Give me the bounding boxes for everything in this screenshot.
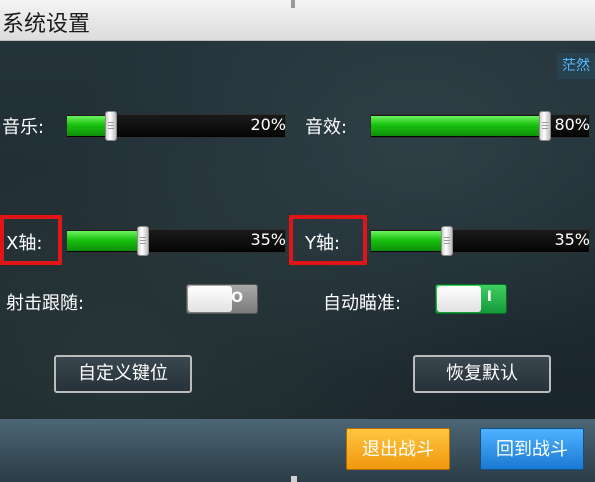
x-axis-slider-fill bbox=[67, 231, 143, 251]
restore-default-button[interactable]: 恢复默认 bbox=[413, 355, 551, 393]
music-slider-handle[interactable] bbox=[105, 111, 117, 141]
bottom-marker bbox=[291, 476, 297, 482]
sfx-slider-fill bbox=[371, 116, 545, 136]
music-percent: 20% bbox=[250, 115, 286, 134]
title-bar: 系统设置 bbox=[0, 0, 595, 41]
auto-aim-toggle[interactable]: I bbox=[435, 284, 507, 314]
sfx-slider[interactable]: 80% bbox=[370, 111, 590, 141]
y-axis-label: Y轴: bbox=[305, 233, 341, 254]
auto-aim-label: 自动瞄准: bbox=[323, 293, 402, 314]
x-axis-slider-handle[interactable] bbox=[137, 226, 149, 256]
sfx-percent: 80% bbox=[554, 115, 590, 134]
sfx-slider-handle[interactable] bbox=[539, 111, 551, 141]
return-battle-button[interactable]: 回到战斗 bbox=[480, 428, 584, 470]
toggle-on-icon: I bbox=[486, 289, 492, 305]
follow-shoot-label: 射击跟随: bbox=[6, 293, 85, 314]
x-axis-percent: 35% bbox=[250, 230, 286, 249]
x-axis-slider[interactable]: 35% bbox=[66, 226, 286, 256]
follow-shoot-toggle-knob bbox=[188, 286, 232, 312]
y-axis-slider[interactable]: 35% bbox=[370, 226, 590, 256]
follow-shoot-toggle[interactable]: O bbox=[186, 284, 258, 314]
music-label: 音乐: bbox=[2, 117, 45, 138]
sfx-label: 音效: bbox=[305, 117, 348, 138]
y-axis-slider-handle[interactable] bbox=[441, 226, 453, 256]
settings-window: 系统设置 茫然 音乐: 20% 音效: 80% X轴: 35% Y轴: 35% … bbox=[0, 0, 595, 482]
auto-aim-toggle-knob bbox=[437, 286, 481, 312]
top-marker bbox=[291, 0, 295, 8]
user-badge: 茫然 bbox=[557, 53, 595, 79]
x-axis-label: X轴: bbox=[6, 233, 43, 254]
toggle-off-icon: O bbox=[231, 290, 243, 306]
custom-keys-button[interactable]: 自定义键位 bbox=[54, 355, 192, 393]
music-slider[interactable]: 20% bbox=[66, 111, 286, 141]
y-axis-percent: 35% bbox=[554, 230, 590, 249]
page-title: 系统设置 bbox=[2, 12, 91, 37]
y-axis-slider-fill bbox=[371, 231, 447, 251]
exit-battle-button[interactable]: 退出战斗 bbox=[346, 428, 450, 470]
